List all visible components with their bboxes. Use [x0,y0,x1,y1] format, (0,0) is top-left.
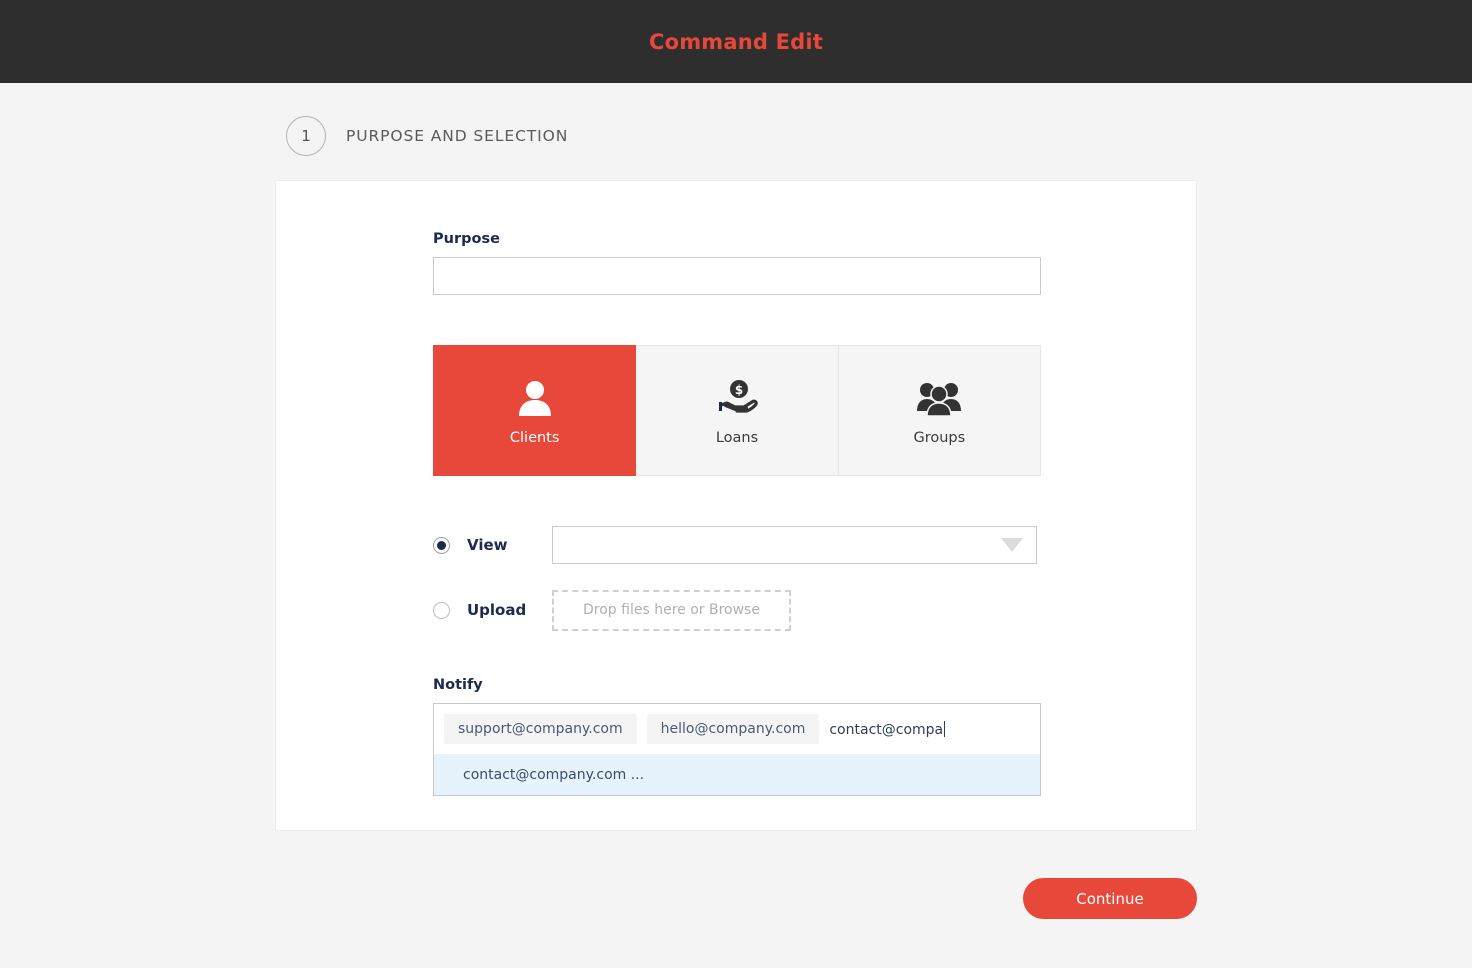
segment-loans-label: Loans [715,430,759,446]
segment-clients-label: Clients [509,430,560,446]
step-title: PURPOSE AND SELECTION [346,127,569,145]
radio-upload[interactable] [433,601,450,619]
step-number: 1 [301,127,311,145]
view-select[interactable] [552,526,1037,564]
view-select-wrapper [552,526,1037,564]
text-cursor [944,720,946,737]
segment-groups-label: Groups [913,430,966,446]
notify-input-row: support@company.com hello@company.com co… [434,704,1040,754]
notify-typed-text: contact@compa [829,721,944,738]
radio-view-label: View [467,536,508,554]
segment-groups[interactable]: Groups [837,345,1041,476]
radio-view[interactable] [433,536,450,554]
person-icon [513,375,557,421]
notify-chip[interactable]: support@company.com [444,714,637,744]
group-of-people-icon [916,375,962,421]
notify-suggestion-item[interactable]: contact@company.com ... [434,754,1040,795]
purpose-input[interactable] [433,257,1041,295]
view-option-row: View [433,524,1041,566]
segment-loans[interactable]: $ Loans [635,345,839,476]
app-header: Command Edit [0,0,1472,83]
entity-type-segmented-control: Clients $ Loans Groups [433,345,1041,476]
notify-input[interactable]: contact@compa [829,720,946,738]
purpose-field-group: Purpose [433,231,1041,295]
radio-upload-label: Upload [467,601,527,619]
upload-option-row: Upload Drop files here or Browse [433,589,1041,631]
notify-tokens-field[interactable]: support@company.com hello@company.com co… [433,703,1041,796]
source-selection-group: View Upload Drop files here or Browse [433,524,1041,631]
notify-label: Notify [433,677,483,693]
file-dropzone[interactable]: Drop files here or Browse [552,589,791,631]
hand-holding-coin-icon: $ [715,375,759,421]
page-title: Command Edit [648,29,824,54]
form-card: Purpose Clients $ Loans Groups View Uplo… [275,180,1197,831]
notify-field-group: Notify support@company.com hello@company… [433,677,1041,796]
svg-text:$: $ [735,383,743,397]
segment-clients[interactable]: Clients [433,345,637,476]
notify-chip[interactable]: hello@company.com [646,714,820,744]
step-number-badge: 1 [286,116,326,156]
form-body: Purpose Clients $ Loans Groups View Uplo… [433,231,1041,796]
step-header: 1 PURPOSE AND SELECTION [286,116,568,156]
continue-button[interactable]: Continue [1023,878,1197,919]
purpose-label: Purpose [433,231,500,247]
